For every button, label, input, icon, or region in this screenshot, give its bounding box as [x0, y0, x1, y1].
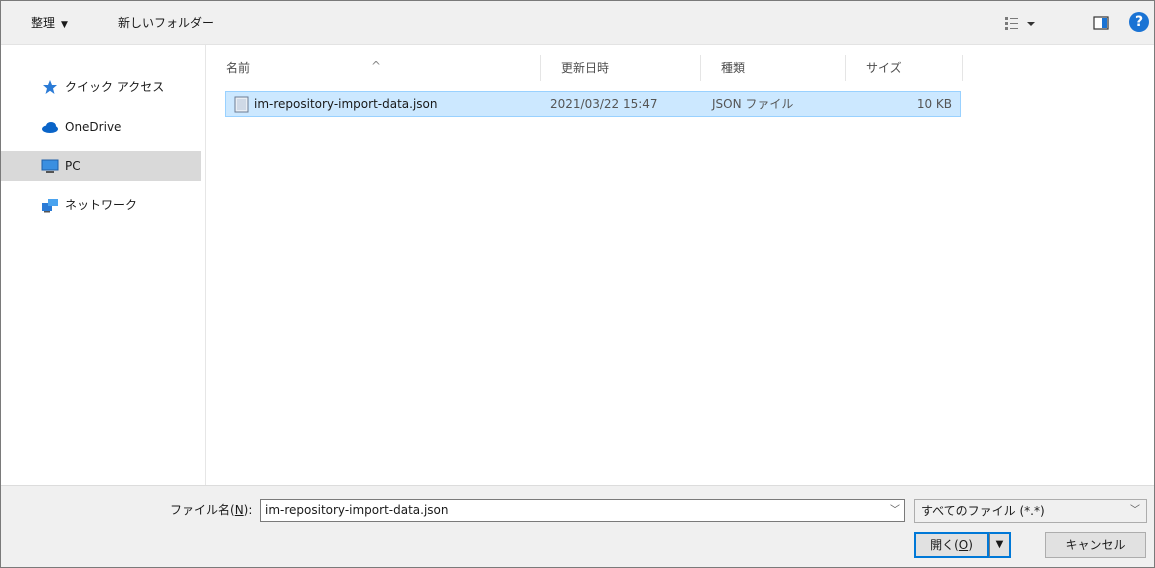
file-type-filter-select[interactable]: すべてのファイル (*.*) ﹀: [914, 499, 1147, 523]
file-type: JSON ファイル: [712, 97, 794, 111]
filename-value: im-repository-import-data.json: [265, 503, 449, 517]
nav-item-onedrive[interactable]: OneDrive: [1, 112, 201, 142]
file-name: im-repository-import-data.json: [254, 97, 438, 111]
column-header-name-label: 名前: [226, 61, 251, 75]
nav-item-pc[interactable]: PC: [1, 151, 201, 181]
column-header-size[interactable]: サイズ: [846, 55, 963, 81]
help-button[interactable]: ?: [1129, 12, 1149, 32]
toolbar: 整理 ▼ 新しいフォルダー ?: [1, 1, 1154, 45]
new-folder-button[interactable]: 新しいフォルダー: [118, 13, 214, 33]
nav-item-quick-access[interactable]: クイック アクセス: [1, 72, 201, 102]
cloud-icon: [42, 122, 58, 133]
chevron-down-icon: ﹀: [1130, 505, 1140, 516]
caret-down-icon: ▼: [995, 539, 1004, 550]
nav-item-label: PC: [65, 159, 81, 173]
change-view-button[interactable]: [1005, 13, 1051, 33]
column-header-name[interactable]: 名前 ^: [206, 55, 541, 81]
filter-value: すべてのファイル (*.*): [921, 504, 1045, 518]
navigation-pane: クイック アクセス OneDrive PC ネットワーク: [1, 45, 206, 485]
cancel-button[interactable]: キャンセル: [1045, 532, 1146, 558]
column-header-date[interactable]: 更新日時: [541, 55, 701, 81]
filename-input[interactable]: im-repository-import-data.json ﹀: [260, 499, 905, 522]
star-icon: [43, 80, 57, 94]
chevron-down-icon: ▼: [61, 20, 68, 30]
column-header-type[interactable]: 種類: [701, 55, 846, 81]
computer-icon: [41, 159, 59, 173]
sort-ascending-icon: ^: [371, 59, 382, 73]
preview-pane-button[interactable]: [1092, 13, 1112, 33]
file-size: 10 KB: [916, 97, 952, 111]
json-file-icon: [234, 96, 249, 113]
open-button[interactable]: 開く(O): [914, 532, 989, 558]
preview-pane-icon: [1093, 16, 1109, 30]
nav-item-label: ネットワーク: [65, 198, 138, 212]
file-row[interactable]: im-repository-import-data.json 2021/03/2…: [225, 91, 961, 117]
nav-item-network[interactable]: ネットワーク: [1, 190, 201, 220]
open-options-dropdown[interactable]: ▼: [989, 532, 1011, 558]
file-date: 2021/03/22 15:47: [550, 97, 658, 111]
view-options-icon: [1005, 17, 1035, 30]
organize-label: 整理: [31, 16, 56, 30]
nav-item-label: クイック アクセス: [65, 80, 165, 94]
chevron-down-icon[interactable]: ﹀: [890, 500, 900, 521]
nav-item-label: OneDrive: [65, 120, 122, 134]
filename-label: ファイル名(N):: [170, 503, 253, 517]
dialog-footer: ファイル名(N): im-repository-import-data.json…: [1, 485, 1154, 567]
file-list: 名前 ^ 更新日時 種類 サイズ im-repository-import-da…: [206, 45, 1154, 485]
network-icon: [42, 199, 58, 213]
file-open-dialog: 整理 ▼ 新しいフォルダー ? クイック アクセス OneDrive PC ネッ…: [0, 0, 1155, 568]
organize-button[interactable]: 整理 ▼: [31, 13, 68, 33]
